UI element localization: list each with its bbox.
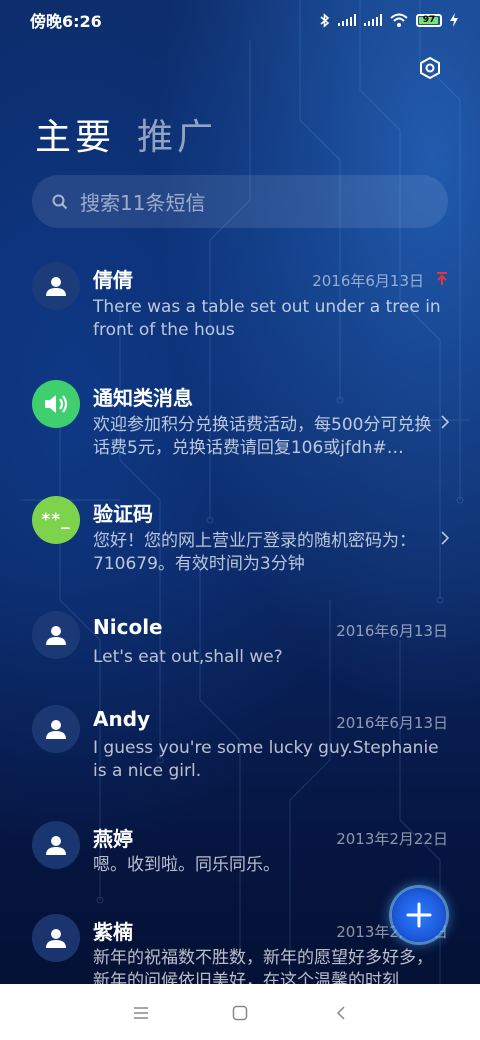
contact-name: 通知类消息 (93, 386, 193, 410)
chevron-right-icon (441, 531, 450, 545)
navigation-bar (0, 984, 480, 1040)
person-icon (46, 836, 66, 855)
pin-top-icon (437, 272, 447, 285)
avatar (32, 705, 80, 753)
contact-name: 验证码 (93, 502, 153, 526)
menu-icon (134, 1007, 148, 1019)
message-preview: Let's eat out,shall we? (93, 647, 283, 667)
home-button[interactable] (228, 1001, 252, 1025)
menu-button[interactable] (129, 1001, 153, 1025)
tab-primary[interactable]: 主要 (35, 108, 115, 160)
avatar (32, 914, 80, 962)
contact-name: Nicole (93, 615, 163, 639)
speaker-icon (45, 395, 68, 413)
contact-name: Andy (93, 707, 151, 731)
list-item[interactable]: Andy 2016年6月13日 I guess you're some luck… (0, 705, 480, 805)
avatar (32, 821, 80, 869)
list-item[interactable]: 倩倩 2016年6月13日 There was a table set out … (0, 262, 480, 362)
back-button[interactable] (329, 1001, 353, 1025)
plus-icon (406, 902, 432, 928)
search-icon (52, 194, 68, 209)
person-icon (46, 720, 66, 739)
message-date: 2016年6月13日 (336, 622, 448, 640)
chevron-right-icon (441, 415, 450, 429)
settings-hexagon-icon (420, 56, 440, 80)
message-date: 2016年6月13日 (336, 714, 448, 732)
status-bar: 傍晚6:26 97 (0, 0, 480, 40)
battery-icon: 97 (416, 13, 442, 27)
person-icon (46, 277, 66, 296)
home-square-icon (232, 1005, 248, 1021)
signal-icon (338, 14, 356, 26)
list-item[interactable]: Nicole 2016年6月13日 Let's eat out,shall we… (0, 611, 480, 691)
settings-button[interactable] (414, 52, 446, 84)
message-preview: 欢迎参加积分兑换话费活动，每500分可兑换话费5元，兑换话费请回复106或jfd… (93, 415, 432, 458)
bluetooth-icon (320, 12, 330, 28)
message-preview: There was a table set out under a tree i… (93, 297, 441, 340)
message-date: 2013年2月22日 (336, 830, 448, 848)
contact-name: 燕婷 (93, 827, 133, 851)
person-icon (46, 626, 66, 645)
avatar (32, 611, 80, 659)
list-item[interactable]: **_ 验证码 您好！您的网上营业厅登录的随机密码为：710679。有效时间为3… (0, 496, 480, 596)
avatar: **_ (32, 496, 80, 544)
battery-level: 97 (422, 15, 436, 25)
list-item[interactable]: 通知类消息 欢迎参加积分兑换话费活动，每500分可兑换话费5元，兑换话费请回复1… (0, 380, 480, 480)
password-icon: **_ (41, 510, 71, 530)
message-preview: I guess you're some lucky guy.Stephanie … (93, 738, 439, 781)
person-icon (46, 929, 66, 948)
tab-bar: 主要 推广 (35, 108, 217, 160)
message-date: 2016年6月13日 (312, 272, 424, 290)
message-preview: 新年的祝福数不胜数，新年的愿望好多好多，新年的问候依旧美好，在这个温馨的时刻 (93, 948, 433, 984)
status-icons: 97 (320, 12, 458, 28)
search-placeholder: 搜索11条短信 (80, 191, 206, 215)
back-icon (336, 1006, 345, 1020)
avatar (32, 380, 80, 428)
wifi-icon (390, 13, 408, 27)
message-preview: 嗯。收到啦。同乐同乐。 (93, 855, 280, 875)
message-preview: 您好！您的网上营业厅登录的随机密码为：710679。有效时间为3分钟 (93, 531, 416, 574)
contact-name: 紫楠 (93, 920, 133, 944)
status-time: 傍晚6:26 (30, 12, 102, 31)
search-input[interactable]: 搜索11条短信 (32, 175, 448, 228)
tab-promotions[interactable]: 推广 (137, 108, 217, 160)
contact-name: 倩倩 (93, 268, 133, 292)
signal-icon-2 (364, 14, 382, 26)
avatar (32, 262, 80, 310)
compose-button[interactable] (392, 888, 446, 942)
charging-icon (450, 13, 458, 27)
